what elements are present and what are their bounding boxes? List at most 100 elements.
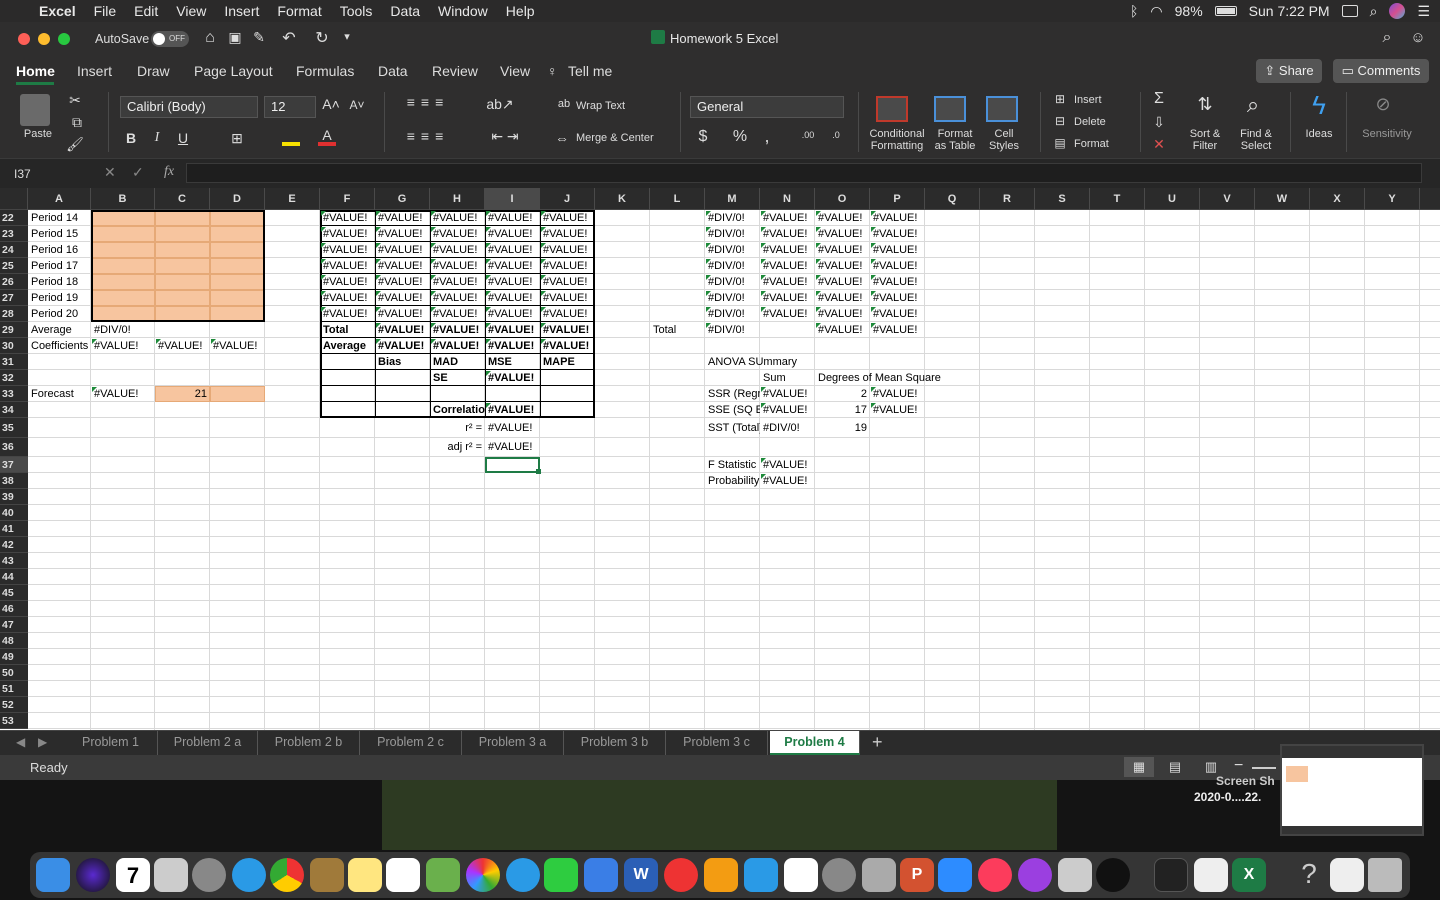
column-header-u[interactable]: U [1145, 188, 1200, 210]
cell-a29[interactable]: Average [28, 322, 91, 338]
cell-m31[interactable]: ANOVA SUmmary [705, 354, 815, 370]
cell-g31[interactable]: Bias [375, 354, 430, 370]
cell-m26[interactable]: #DIV/0! [705, 274, 760, 290]
column-header-s[interactable]: S [1035, 188, 1090, 210]
bluetooth-icon[interactable]: ᛒ [1130, 3, 1138, 19]
menu-edit[interactable]: Edit [125, 0, 167, 22]
row-header-29[interactable]: 29 [0, 322, 28, 338]
row-header-35[interactable]: 35 [0, 418, 28, 438]
row-header-51[interactable]: 51 [0, 681, 28, 697]
column-header-r[interactable]: R [980, 188, 1035, 210]
customize-toolbar-icon[interactable]: ▾ [340, 30, 354, 43]
cell-f24[interactable]: #VALUE! [320, 242, 375, 258]
cell-i35[interactable]: #VALUE! [485, 418, 540, 438]
row-header-28[interactable]: 28 [0, 306, 28, 322]
tab-draw[interactable]: Draw [137, 63, 170, 79]
row-header-43[interactable]: 43 [0, 553, 28, 569]
system-preferences-icon[interactable] [822, 858, 856, 892]
launchpad-icon[interactable] [192, 858, 226, 892]
safari-icon[interactable] [232, 858, 266, 892]
close-window-icon[interactable] [18, 33, 30, 45]
column-header-a[interactable]: A [28, 188, 91, 210]
app-store-icon[interactable] [744, 858, 778, 892]
cell-j31[interactable]: MAPE [540, 354, 595, 370]
numbers-icon[interactable] [784, 858, 818, 892]
cell-n38[interactable]: #VALUE! [760, 473, 815, 489]
insert-cells-button[interactable]: Insert [1074, 94, 1102, 106]
normal-view-icon[interactable]: ▦ [1124, 757, 1154, 777]
help-icon[interactable]: ? [1292, 858, 1326, 892]
photos-icon[interactable] [466, 858, 500, 892]
column-header-t[interactable]: T [1090, 188, 1145, 210]
cell-styles-icon[interactable] [986, 96, 1018, 122]
menu-window[interactable]: Window [429, 0, 497, 22]
menu-app-name[interactable]: Excel [30, 0, 85, 22]
menu-data[interactable]: Data [381, 0, 429, 22]
cell-n27[interactable]: #VALUE! [760, 290, 815, 306]
sheet-tab-problem-4[interactable]: Problem 4 [770, 731, 860, 755]
underline-icon[interactable]: U [176, 130, 190, 146]
cancel-icon[interactable]: ✕ [104, 164, 116, 181]
cell-p27[interactable]: #VALUE! [870, 290, 925, 306]
wifi-icon[interactable]: ◠ [1150, 3, 1162, 20]
menu-tools[interactable]: Tools [331, 0, 382, 22]
merge-center-button[interactable]: Merge & Center [576, 132, 654, 144]
cell-m33[interactable]: SSR (Regre [705, 386, 760, 402]
cell-n28[interactable]: #VALUE! [760, 306, 815, 322]
paste-icon[interactable] [20, 94, 50, 126]
cell-i36[interactable]: #VALUE! [485, 438, 540, 457]
books-icon[interactable] [704, 858, 738, 892]
row-header-30[interactable]: 30 [0, 338, 28, 354]
podcasts-icon[interactable] [1018, 858, 1052, 892]
active-cell-selection[interactable] [485, 457, 540, 473]
cell-j30[interactable]: #VALUE! [540, 338, 595, 354]
cell-b30[interactable]: #VALUE! [91, 338, 155, 354]
cell-j28[interactable]: #VALUE! [540, 306, 595, 322]
cell-h36[interactable]: adj r² = [430, 438, 485, 457]
column-header-n[interactable]: N [760, 188, 815, 210]
cell-j23[interactable]: #VALUE! [540, 226, 595, 242]
tab-review[interactable]: Review [432, 63, 478, 79]
tab-insert[interactable]: Insert [77, 63, 112, 79]
cell-p22[interactable]: #VALUE! [870, 210, 925, 226]
search-icon[interactable]: ⌕ [1378, 29, 1396, 47]
tab-page-layout[interactable]: Page Layout [194, 63, 273, 79]
row-header-49[interactable]: 49 [0, 649, 28, 665]
notes-icon[interactable] [348, 858, 382, 892]
screen-icon[interactable] [1341, 5, 1358, 17]
row-header-26[interactable]: 26 [0, 274, 28, 290]
cell-i24[interactable]: #VALUE! [485, 242, 540, 258]
increase-decimal-icon[interactable]: .00 [798, 130, 818, 140]
column-header-o[interactable]: O [815, 188, 870, 210]
cell-p25[interactable]: #VALUE! [870, 258, 925, 274]
cell-i30[interactable]: #VALUE! [485, 338, 540, 354]
column-header-v[interactable]: V [1200, 188, 1255, 210]
cell-m37[interactable]: F Statistic [705, 457, 760, 473]
cell-a25[interactable]: Period 17 [28, 258, 91, 274]
row-header-37[interactable]: 37 [0, 457, 28, 473]
cell-n37[interactable]: #VALUE! [760, 457, 815, 473]
cell-g23[interactable]: #VALUE! [375, 226, 430, 242]
cell-m22[interactable]: #DIV/0! [705, 210, 760, 226]
cell-l29[interactable]: Total [650, 322, 705, 338]
cell-j29[interactable]: #VALUE! [540, 322, 595, 338]
cell-o22[interactable]: #VALUE! [815, 210, 870, 226]
cell-n34[interactable]: #VALUE! [760, 402, 815, 418]
row-header-27[interactable]: 27 [0, 290, 28, 306]
news-icon[interactable] [664, 858, 698, 892]
cell-m34[interactable]: SSE (SQ Er [705, 402, 760, 418]
screenshot-thumbnail[interactable] [1280, 744, 1424, 836]
cell-m29[interactable]: #DIV/0! [705, 322, 760, 338]
cell-o26[interactable]: #VALUE! [815, 274, 870, 290]
increase-font-icon[interactable]: A˄ [322, 96, 340, 112]
cell-o23[interactable]: #VALUE! [815, 226, 870, 242]
cell-a26[interactable]: Period 18 [28, 274, 91, 290]
cell-f27[interactable]: #VALUE! [320, 290, 375, 306]
bold-icon[interactable]: B [124, 130, 138, 146]
cell-p26[interactable]: #VALUE! [870, 274, 925, 290]
cell-g24[interactable]: #VALUE! [375, 242, 430, 258]
row-header-53[interactable]: 53 [0, 713, 28, 729]
battery-icon[interactable] [1214, 6, 1237, 16]
prev-sheet-icon[interactable]: ◀ [16, 735, 25, 749]
sheet-tab-problem-3b[interactable]: Problem 3 b [564, 731, 666, 755]
